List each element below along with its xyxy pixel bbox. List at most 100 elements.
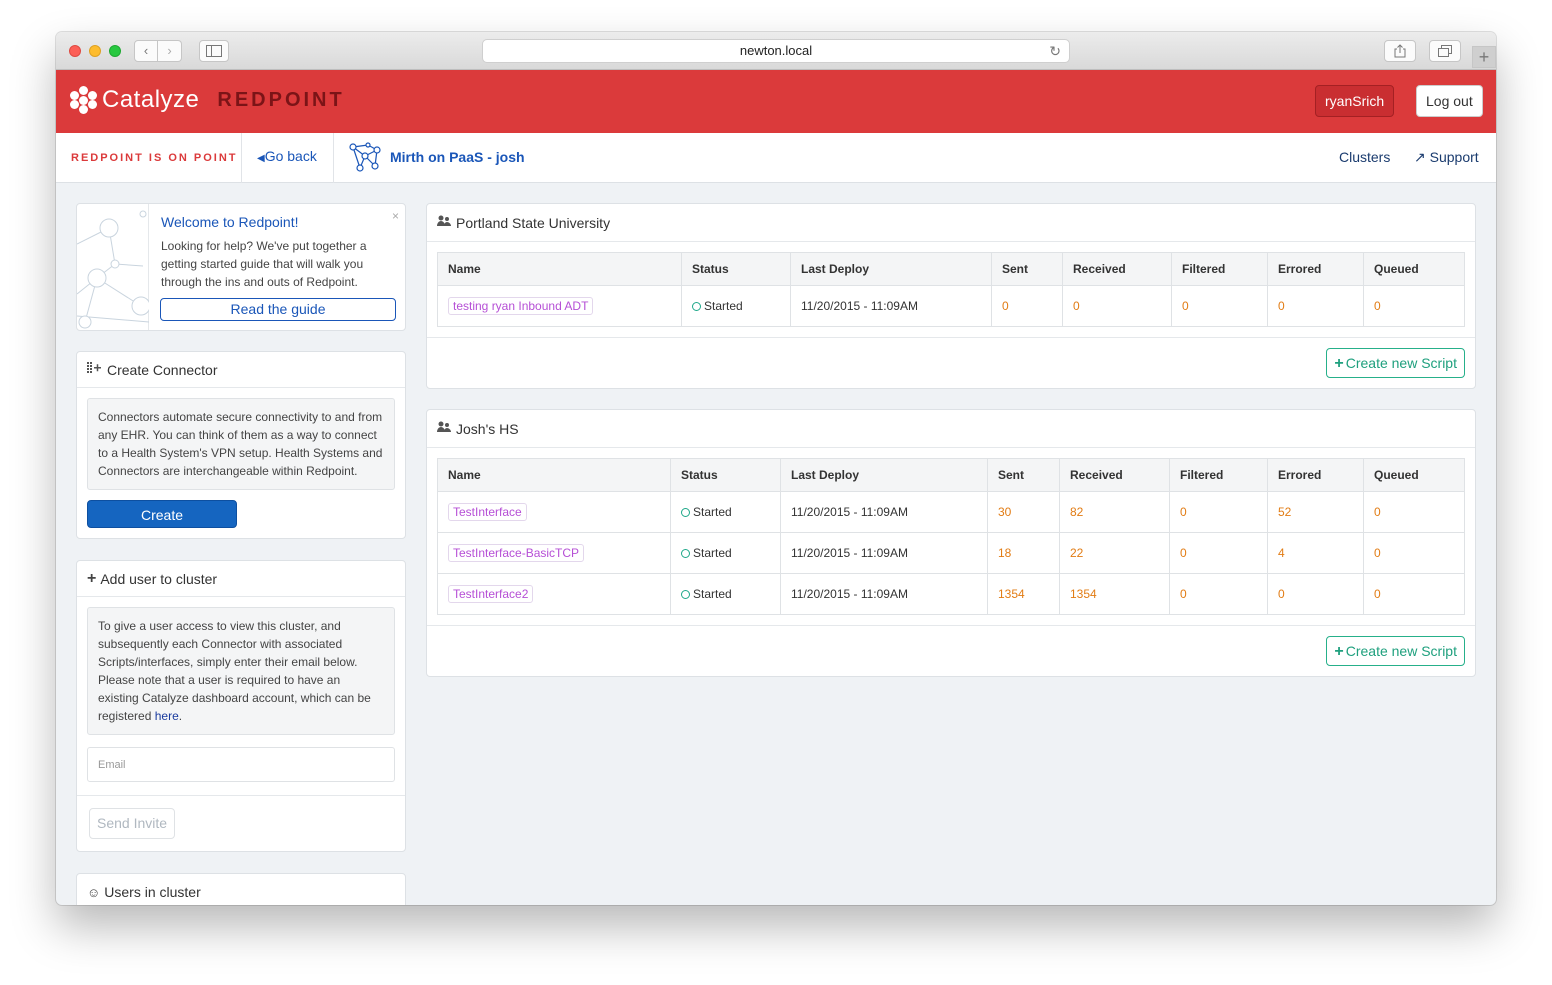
status-text: Started [693, 546, 732, 560]
add-user-description: To give a user access to view this clust… [87, 607, 395, 735]
name-cell: TestInterface-BasicTCP [437, 532, 671, 574]
welcome-panel: Welcome to Redpoint! Looking for help? W… [76, 203, 406, 331]
reload-icon[interactable]: ↻ [1049, 40, 1061, 62]
panel-footer: + Create new Script [427, 625, 1475, 666]
brand-name: Catalyze [102, 86, 200, 113]
tagline: REDPOINT IS ON POINT [71, 152, 238, 164]
create-connector-panel: Create Connector Connectors automate sec… [76, 351, 406, 539]
network-cluster-icon [349, 142, 381, 172]
support-link[interactable]: ↗ Support [1414, 149, 1479, 166]
received-cell: 82 [1059, 491, 1170, 533]
column-header: Filtered [1169, 458, 1268, 492]
panel-title: Users in cluster [104, 884, 201, 900]
interface-link[interactable]: TestInterface2 [448, 585, 534, 603]
name-cell: testing ryan Inbound ADT [437, 285, 682, 327]
email-field[interactable] [87, 747, 395, 782]
table-row: testing ryan Inbound ADT Started 11/20/2… [437, 285, 1465, 327]
column-header: Name [437, 458, 671, 492]
share-icon[interactable] [1384, 40, 1416, 62]
plus-icon: + [87, 569, 97, 587]
errored-cell: 52 [1267, 491, 1364, 533]
users-in-cluster-panel: ☺ Users in cluster [76, 873, 406, 905]
sent-cell: 0 [991, 285, 1063, 327]
read-guide-button[interactable]: Read the guide [160, 298, 396, 321]
last-deploy-cell: 11/20/2015 - 11:09AM [790, 285, 992, 327]
register-link[interactable]: here [155, 709, 179, 723]
table-row: TestInterface-BasicTCP Started 11/20/201… [437, 532, 1465, 574]
column-header: Queued [1363, 458, 1465, 492]
organization-name: Portland State University [456, 214, 611, 231]
address-bar[interactable]: newton.local ↻ [482, 39, 1070, 63]
interface-link[interactable]: testing ryan Inbound ADT [448, 297, 594, 315]
go-back-label: Go back [264, 148, 317, 164]
status-cell: Started [681, 285, 791, 327]
status-circle-icon [681, 508, 690, 517]
status-text: Started [693, 587, 732, 601]
catalyze-logo[interactable]: Catalyze REDPOINT [70, 86, 345, 114]
interface-link[interactable]: TestInterface [448, 503, 527, 521]
filtered-cell: 0 [1169, 532, 1268, 574]
sent-cell: 18 [987, 532, 1060, 574]
organization-name: Josh's HS [456, 420, 519, 437]
last-deploy-cell: 11/20/2015 - 11:09AM [780, 573, 988, 615]
new-tab-icon[interactable]: + [1472, 46, 1496, 68]
close-icon[interactable]: × [392, 209, 399, 223]
status-text: Started [693, 505, 732, 519]
status-circle-icon [692, 302, 701, 311]
create-script-button[interactable]: + Create new Script [1326, 636, 1465, 666]
minimize-window-button[interactable] [89, 45, 101, 57]
column-header: Filtered [1171, 252, 1268, 286]
divider [333, 133, 334, 183]
table-row: TestInterface2 Started 11/20/2015 - 11:0… [437, 573, 1465, 615]
panel-title: Create Connector [107, 361, 218, 378]
health-system-panel: Josh's HS Name Status Last Deploy Sent R… [426, 409, 1476, 677]
back-arrow-icon[interactable]: ‹ [134, 40, 158, 62]
panel-footer: Send Invite [77, 795, 405, 839]
status-cell: Started [670, 491, 781, 533]
app-header: Catalyze REDPOINT ryanSrich Log out [56, 70, 1496, 133]
table-header-row: Name Status Last Deploy Sent Received Fi… [437, 458, 1465, 492]
queued-cell: 0 [1363, 573, 1465, 615]
forward-arrow-icon[interactable]: › [158, 40, 182, 62]
add-connector-icon [87, 362, 103, 377]
connector-description: Connectors automate secure connectivity … [87, 398, 395, 490]
create-script-button[interactable]: + Create new Script [1326, 348, 1465, 378]
column-header: Status [681, 252, 791, 286]
panel-header: Create Connector [77, 352, 405, 388]
health-system-panel: Portland State University Name Status La… [426, 203, 1476, 389]
received-cell: 22 [1059, 532, 1170, 574]
show-tabs-icon[interactable] [1429, 40, 1461, 62]
sidebar-toggle-icon[interactable] [199, 40, 229, 62]
interface-link[interactable]: TestInterface-BasicTCP [448, 544, 585, 562]
smiley-icon: ☺ [87, 884, 101, 900]
go-back-link[interactable]: ◀Go back [257, 148, 317, 164]
interfaces-table: Name Status Last Deploy Sent Received Fi… [437, 252, 1465, 327]
panel-header: + Add user to cluster [77, 561, 405, 597]
user-menu-button[interactable]: ryanSrich [1315, 85, 1395, 117]
url-text: newton.local [739, 43, 813, 58]
welcome-illustration [76, 204, 151, 330]
column-header: Sent [987, 458, 1060, 492]
panel-header: Josh's HS [427, 410, 1475, 448]
name-cell: TestInterface2 [437, 573, 671, 615]
create-connector-button[interactable]: Create [87, 500, 237, 528]
welcome-title: Welcome to Redpoint! [161, 214, 299, 230]
product-name: REDPOINT [217, 88, 345, 111]
maximize-window-button[interactable] [109, 45, 121, 57]
external-link-arrow-icon: ↗ [1414, 149, 1426, 165]
column-header: Sent [991, 252, 1063, 286]
support-label: Support [1429, 149, 1479, 165]
clusters-link[interactable]: Clusters [1339, 149, 1390, 165]
close-window-button[interactable] [69, 45, 81, 57]
logout-button[interactable]: Log out [1416, 85, 1483, 117]
description-text: To give a user access to view this clust… [98, 619, 371, 723]
column-header: Last Deploy [780, 458, 988, 492]
last-deploy-cell: 11/20/2015 - 11:09AM [780, 491, 988, 533]
breadcrumb[interactable]: Mirth on PaaS - josh [348, 142, 525, 172]
send-invite-button[interactable]: Send Invite [89, 808, 176, 839]
errored-cell: 0 [1267, 285, 1364, 327]
errored-cell: 4 [1267, 532, 1364, 574]
users-icon [437, 421, 451, 436]
name-cell: TestInterface [437, 491, 671, 533]
users-icon [437, 215, 451, 230]
